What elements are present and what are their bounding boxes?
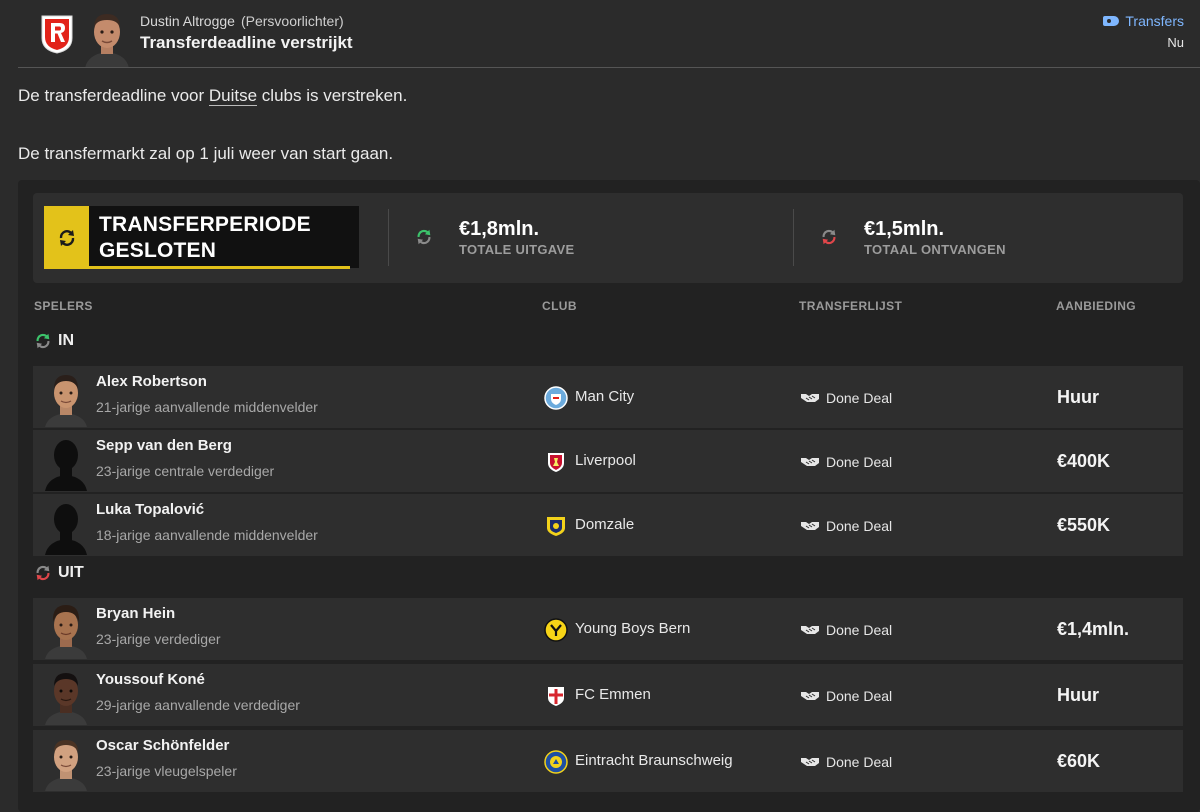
column-header-offer[interactable]: AANBIEDING xyxy=(1056,299,1136,313)
eintracht-braunschweig-crest-icon[interactable] xyxy=(544,750,568,774)
transfer-row[interactable]: Bryan Hein 23-jarige verdediger Young Bo… xyxy=(33,598,1183,660)
transfers-tag[interactable]: Transfers xyxy=(1103,13,1184,29)
player-name[interactable]: Bryan Hein xyxy=(96,605,175,622)
status-line-2: GESLOTEN xyxy=(99,239,217,262)
player-name[interactable]: Luka Topalović xyxy=(96,501,204,518)
player-description: 29-jarige aanvallende verdediger xyxy=(96,697,300,713)
club-name[interactable]: Liverpool xyxy=(575,452,636,469)
transfer-offer: €550K xyxy=(1057,515,1111,535)
transfer-offer: €60K xyxy=(1057,751,1101,771)
club-name[interactable]: Domzale xyxy=(575,516,634,533)
nation-link[interactable]: Duitse xyxy=(208,86,258,106)
transfer-status: Done Deal xyxy=(826,688,893,704)
message-time: Nu xyxy=(1167,35,1184,50)
transfer-row[interactable]: Oscar Schönfelder 23-jarige vleugelspele… xyxy=(33,730,1183,792)
man-city-crest-icon[interactable] xyxy=(544,386,568,410)
transfer-offer: Huur xyxy=(1057,685,1099,705)
message-header: Dustin Altrogge (Persvoorlichter) Transfe… xyxy=(0,0,1200,68)
paragraph-1-start: De transferdeadline voor xyxy=(18,86,209,105)
player-name[interactable]: Youssouf Koné xyxy=(96,671,205,688)
summary-divider xyxy=(793,209,794,266)
transfer-status: Done Deal xyxy=(826,454,893,470)
author-line: Dustin Altrogge (Persvoorlichter) xyxy=(140,13,344,29)
section-in-label: IN xyxy=(58,332,74,349)
transfer-status: Done Deal xyxy=(826,518,893,534)
handshake-icon xyxy=(801,458,819,466)
player-description: 23-jarige centrale verdediger xyxy=(96,463,275,479)
handshake-icon xyxy=(801,522,819,530)
club-name[interactable]: FC Emmen xyxy=(575,686,651,703)
handshake-icon xyxy=(801,758,819,766)
fc-emmen-crest-icon[interactable] xyxy=(544,684,568,708)
transfer-cycle-icon xyxy=(59,229,74,246)
transfer-offer: Huur xyxy=(1057,387,1099,407)
column-header-transferlist[interactable]: TRANSFERLIJST xyxy=(799,299,902,313)
section-out: UIT xyxy=(34,564,84,582)
transfer-row[interactable]: Luka Topalović 18-jarige aanvallende mid… xyxy=(33,494,1183,556)
transfer-out-icon xyxy=(36,565,50,581)
column-header-players[interactable]: SPELERS xyxy=(34,299,93,313)
player-description: 23-jarige verdediger xyxy=(96,631,221,647)
header-divider xyxy=(18,67,1200,68)
status-line-1: TRANSFERPERIODE xyxy=(99,213,311,236)
summary-divider xyxy=(388,209,389,266)
window-status-text: TRANSFERPERIODE GESLOTEN xyxy=(99,212,311,264)
transfer-status: Done Deal xyxy=(826,622,893,638)
tag-icon xyxy=(1103,16,1120,26)
handshake-icon xyxy=(801,394,819,402)
message-title: Transferdeadline verstrijkt xyxy=(140,33,353,52)
paragraph-1-end: clubs is verstreken. xyxy=(257,86,408,105)
transfer-offer: €1,4mln. xyxy=(1057,619,1130,639)
domzale-crest-icon[interactable] xyxy=(544,514,568,538)
window-status-underline xyxy=(89,266,350,269)
player-photo[interactable] xyxy=(41,369,91,427)
window-status-indicator xyxy=(44,206,89,269)
player-description: 23-jarige vleugelspeler xyxy=(96,763,237,779)
transfer-in-icon xyxy=(36,333,50,349)
player-silhouette-icon[interactable] xyxy=(41,497,91,555)
club-crest-icon[interactable] xyxy=(40,14,74,54)
author-avatar[interactable] xyxy=(82,6,132,68)
transfer-offer: €400K xyxy=(1057,451,1111,471)
player-name[interactable]: Alex Robertson xyxy=(96,373,207,390)
received-icon xyxy=(822,229,836,245)
author-name[interactable]: Dustin Altrogge xyxy=(140,13,235,29)
tag-label: Transfers xyxy=(1125,13,1184,29)
player-description: 21-jarige aanvallende middenvelder xyxy=(96,399,318,415)
liverpool-crest-icon[interactable] xyxy=(544,450,568,474)
author-role: (Persvoorlichter) xyxy=(240,13,344,29)
club-name[interactable]: Man City xyxy=(575,388,634,405)
handshake-icon xyxy=(801,692,819,700)
player-photo[interactable] xyxy=(41,733,91,791)
player-photo[interactable] xyxy=(41,601,91,659)
transfer-status: Done Deal xyxy=(826,754,893,770)
total-received-value: €1,5mln. xyxy=(864,218,945,240)
club-name[interactable]: Eintracht Braunschweig xyxy=(575,752,733,769)
transfer-row[interactable]: Youssouf Koné 29-jarige aanvallende verd… xyxy=(33,664,1183,726)
player-silhouette-icon[interactable] xyxy=(41,433,91,491)
handshake-icon xyxy=(801,626,819,634)
spent-icon xyxy=(417,229,431,245)
player-name[interactable]: Oscar Schönfelder xyxy=(96,737,229,754)
total-spent-label: TOTALE UITGAVE xyxy=(459,242,575,257)
player-photo[interactable] xyxy=(41,667,91,725)
total-spent-value: €1,8mln. xyxy=(459,218,540,240)
transfer-row[interactable]: Alex Robertson 21-jarige aanvallende mid… xyxy=(33,366,1183,428)
column-header-club[interactable]: CLUB xyxy=(542,299,577,313)
transfer-row[interactable]: Sepp van den Berg 23-jarige centrale ver… xyxy=(33,430,1183,492)
message-paragraph-1: De transferdeadline voor Duitse clubs is… xyxy=(18,86,407,106)
young-boys-crest-icon[interactable] xyxy=(544,618,568,642)
section-in: IN xyxy=(34,332,74,350)
section-out-label: UIT xyxy=(58,564,84,581)
player-name[interactable]: Sepp van den Berg xyxy=(96,437,232,454)
message-paragraph-2: De transfermarkt zal op 1 juli weer van … xyxy=(18,144,394,163)
transfer-status: Done Deal xyxy=(826,390,893,406)
club-name[interactable]: Young Boys Bern xyxy=(575,620,690,637)
player-description: 18-jarige aanvallende middenvelder xyxy=(96,527,318,543)
total-received-label: TOTAAL ONTVANGEN xyxy=(864,242,1006,257)
